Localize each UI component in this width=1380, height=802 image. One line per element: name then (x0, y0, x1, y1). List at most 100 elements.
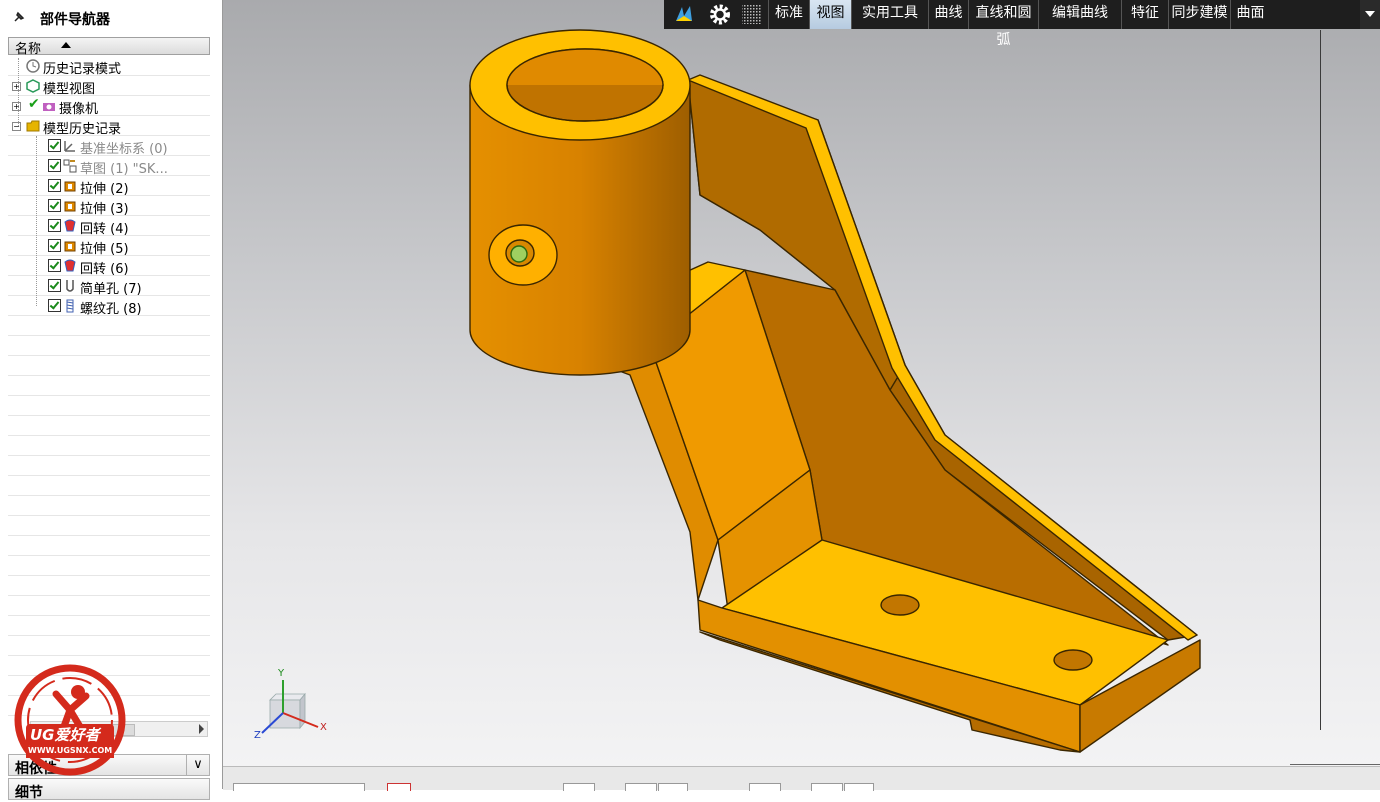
pin-icon[interactable] (12, 10, 26, 24)
toolbar-tab[interactable]: 同步建模 (1168, 0, 1230, 29)
tree-row-empty (8, 456, 210, 476)
toolbar-tab[interactable]: 曲线 (928, 0, 968, 29)
tree-row-label: 拉伸 (3) (80, 202, 129, 217)
sketch-icon (63, 159, 77, 173)
tree-row-label: 模型历史记录 (43, 122, 122, 137)
tree-row[interactable]: 拉伸 (5) (8, 236, 210, 257)
tree-row-empty (8, 356, 210, 376)
expand-icon[interactable]: + (12, 102, 21, 111)
tree-row[interactable]: 拉伸 (2) (8, 176, 210, 197)
tree-row-empty (8, 556, 210, 576)
tree-row[interactable]: 历史记录模式 (8, 56, 210, 77)
tree-row-empty (8, 396, 210, 416)
status-field[interactable] (844, 783, 874, 791)
feature-checkbox[interactable] (48, 199, 61, 212)
tree-row-empty (8, 516, 210, 536)
tree-row-empty (8, 596, 210, 616)
tree-row[interactable]: 基准坐标系 (0) (8, 136, 210, 157)
feature-checkbox[interactable] (48, 179, 61, 192)
expand-icon[interactable]: + (12, 82, 21, 91)
status-field[interactable] (563, 783, 595, 791)
tree-row-empty (8, 536, 210, 556)
navigator-title: 部件导航器 (40, 12, 110, 28)
folder-icon (26, 119, 40, 133)
toolbar-tab[interactable]: 标准 (768, 0, 809, 29)
triad-x-label: X (320, 722, 327, 733)
logo-text: UG爱好者 (30, 726, 100, 744)
tree-row[interactable]: 螺纹孔 (8) (8, 296, 210, 317)
settings-gear-icon[interactable] (706, 2, 734, 27)
status-field[interactable] (811, 783, 843, 791)
tree-row-empty (8, 376, 210, 396)
column-header-name[interactable]: 名称 (8, 37, 210, 57)
toolbar-tab[interactable]: 直线和圆弧 (968, 0, 1038, 48)
tree-row[interactable]: + ✔ 摄像机 (8, 96, 210, 117)
threaded-hole-icon (63, 299, 77, 313)
graphics-viewport[interactable]: Y X Z (223, 0, 1380, 766)
tree-row[interactable]: 拉伸 (3) (8, 196, 210, 217)
toolbar-tab[interactable]: 视图 (809, 0, 851, 29)
feature-checkbox[interactable] (48, 159, 61, 172)
tree-row[interactable]: 草图 (1) "SK... (8, 156, 210, 177)
feature-checkbox[interactable] (48, 139, 61, 152)
column-header-label: 名称 (15, 42, 42, 57)
checkmark-icon[interactable]: ✔ (28, 96, 40, 112)
navigator-header: 部件导航器 (0, 0, 222, 36)
toolbar-dropdown[interactable] (1360, 0, 1380, 29)
tree-row[interactable]: 回转 (4) (8, 216, 210, 237)
role-icon[interactable] (670, 2, 698, 27)
chevron-down-icon[interactable]: ∨ (186, 755, 209, 775)
tree-row-label: 历史记录模式 (43, 62, 122, 77)
tree-guide-line (36, 136, 37, 306)
feature-checkbox[interactable] (48, 279, 61, 292)
tree-guide-line (18, 58, 19, 126)
grid-icon[interactable] (738, 2, 766, 27)
details-panel[interactable]: 细节 (8, 778, 210, 801)
status-field[interactable] (749, 783, 781, 791)
triad-y-label: Y (278, 668, 285, 679)
sort-ascending-icon (61, 42, 71, 48)
tree-row[interactable]: 回转 (6) (8, 256, 210, 277)
tree-row-empty (8, 496, 210, 516)
tree-row[interactable]: + 模型视图 (8, 76, 210, 97)
part-model[interactable] (223, 0, 1380, 766)
clock-icon (26, 59, 40, 73)
toolbar-tab[interactable]: 编辑曲线 (1038, 0, 1121, 29)
toolbar-tab[interactable]: 曲面 (1230, 0, 1270, 29)
tree-row-label: 摄像机 (59, 102, 99, 117)
tree-row-empty (8, 316, 210, 336)
tree-row-label: 回转 (6) (80, 262, 129, 277)
tree-row-empty (8, 576, 210, 596)
extrude-icon (63, 199, 77, 213)
viewport-border (1320, 30, 1321, 730)
collapse-icon[interactable]: − (12, 122, 21, 131)
feature-checkbox[interactable] (48, 259, 61, 272)
status-field[interactable] (625, 783, 657, 791)
ribbon-toolbar: 标准 视图 实用工具 曲线 直线和圆弧 编辑曲线 特征 同步建模 曲面 (664, 0, 1380, 48)
tree-row-empty (8, 616, 210, 636)
toolbar-tab[interactable]: 实用工具 (851, 0, 928, 29)
tree-row[interactable]: 简单孔 (7) (8, 276, 210, 297)
tree-row-label: 回转 (4) (80, 222, 129, 237)
feature-checkbox[interactable] (48, 299, 61, 312)
revolve-icon (63, 259, 77, 273)
status-field[interactable] (658, 783, 688, 791)
view-triad (261, 680, 319, 734)
feature-checkbox[interactable] (48, 219, 61, 232)
tree-row-label: 模型视图 (43, 82, 96, 97)
feature-checkbox[interactable] (48, 239, 61, 252)
tree-row-empty (8, 636, 210, 656)
status-bar (223, 766, 1380, 791)
camera-icon (42, 99, 56, 113)
toolbar-tab[interactable]: 特征 (1121, 0, 1168, 29)
tree-row-empty (8, 336, 210, 356)
status-icon-box[interactable] (387, 783, 411, 791)
scroll-right-icon[interactable] (199, 724, 204, 734)
tree-row-empty (8, 436, 210, 456)
tree-row-empty (8, 416, 210, 436)
datum-csys-icon (63, 139, 77, 153)
tree-row[interactable]: − 模型历史记录 (8, 116, 210, 137)
tree-row-empty (8, 476, 210, 496)
details-label: 细节 (15, 785, 43, 801)
navigator-tree: 历史记录模式 + 模型视图 + ✔ 摄像机 − 模型历史记录 基准坐标系 (0) 草图 (1) "… (8, 56, 210, 716)
